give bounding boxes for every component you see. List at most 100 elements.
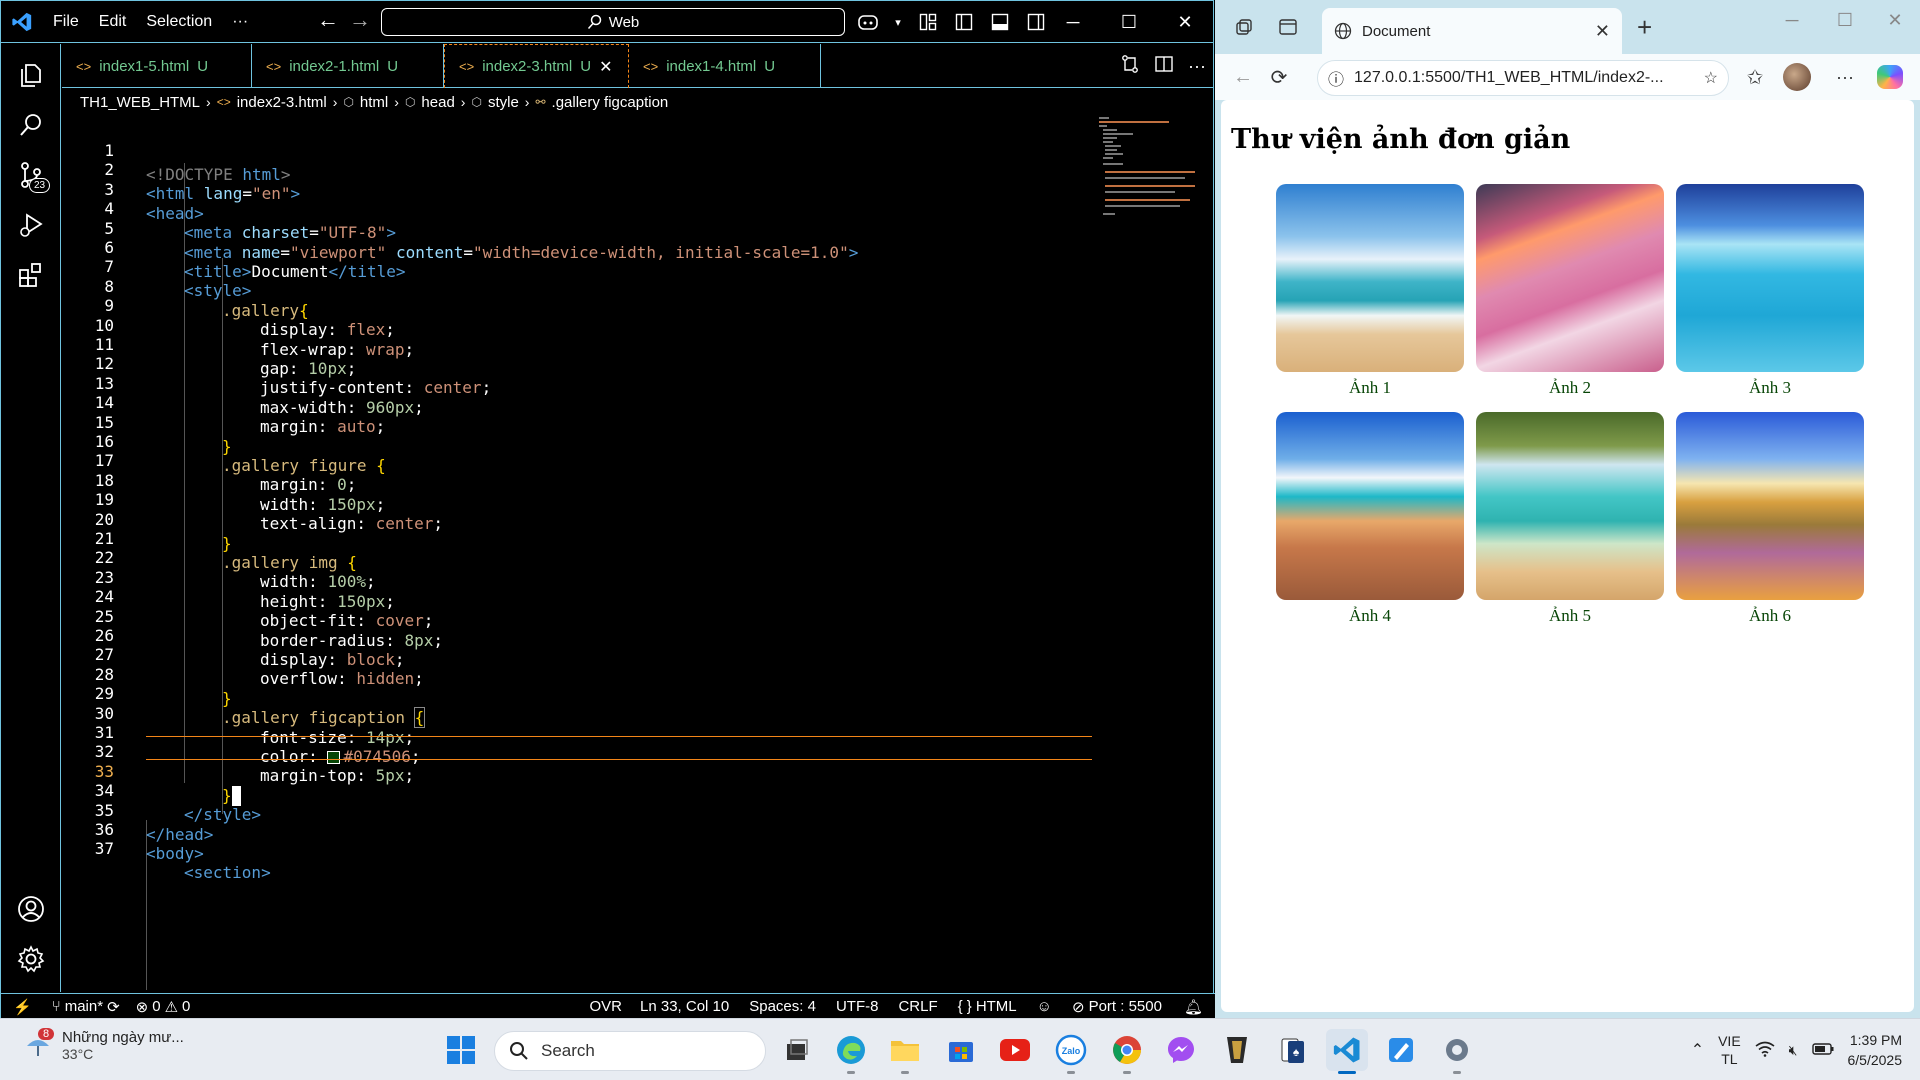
warning-count: 0 <box>182 998 191 1015</box>
close-tab-icon[interactable]: ✕ <box>599 57 612 77</box>
page-title: Thư viện ảnh đơn giản <box>1231 124 1571 155</box>
problems-indicator[interactable]: ⊗ 0 ⚠ 0 <box>128 998 199 1016</box>
favorite-star-icon[interactable]: ☆ <box>1704 68 1718 88</box>
customize-layout-icon[interactable] <box>917 11 939 33</box>
start-button[interactable] <box>440 1029 482 1071</box>
tab-label: index1-5.html <box>99 57 190 75</box>
battery-icon[interactable] <box>1811 1042 1834 1058</box>
command-center-search[interactable]: Web <box>381 8 845 36</box>
file-explorer-icon[interactable] <box>884 1029 926 1074</box>
toggle-primary-sidebar-icon[interactable] <box>953 11 975 33</box>
close-icon[interactable]: ✕ <box>1875 10 1915 31</box>
info-icon[interactable]: ⓘ <box>1328 66 1344 90</box>
chevron-down-icon[interactable]: ▾ <box>893 11 903 33</box>
input-language[interactable]: VIE TL <box>1718 1032 1741 1068</box>
tab-index2-1[interactable]: <> index2-1.html U <box>252 44 444 88</box>
gear-icon[interactable] <box>1 934 61 984</box>
tab-index2-3[interactable]: <> index2-3.html U ✕ <box>444 44 629 88</box>
chevron-up-icon[interactable]: ⌃ <box>1691 1040 1704 1060</box>
new-tab-icon[interactable]: + <box>1637 12 1652 43</box>
chevron-right-icon: › <box>332 94 338 110</box>
extensions-icon[interactable] <box>1 250 61 300</box>
encoding[interactable]: UTF-8 <box>826 998 889 1015</box>
taskbar-search[interactable]: Search <box>494 1031 766 1071</box>
breadcrumb-folder[interactable]: TH1_WEB_HTML <box>80 94 200 111</box>
weather-temp: 33°C <box>62 1046 94 1062</box>
end-of-line[interactable]: CRLF <box>888 998 947 1015</box>
avatar[interactable] <box>1783 63 1811 91</box>
language-mode[interactable]: { } HTML <box>948 998 1027 1015</box>
more-actions-icon[interactable]: ··· <box>1188 56 1206 77</box>
settings-icon[interactable] <box>1436 1029 1478 1074</box>
tab-index1-4[interactable]: <> index1-4.html U <box>629 44 821 88</box>
forward-arrow-icon[interactable]: → <box>341 7 379 33</box>
minimize-icon[interactable]: ─ <box>1772 10 1812 31</box>
vscode-app-icon[interactable] <box>1326 1029 1368 1074</box>
tab-index1-5[interactable]: <> index1-5.html U <box>62 44 252 88</box>
game-app-icon[interactable] <box>1216 1029 1258 1071</box>
search-icon[interactable] <box>1 100 61 150</box>
back-arrow-icon[interactable]: ← <box>1225 59 1261 95</box>
copilot-icon[interactable] <box>857 11 879 33</box>
breadcrumb-selector[interactable]: .gallery figcaption <box>552 94 669 111</box>
weather-widget[interactable]: 8 Những ngày mư... 33°C <box>24 1027 184 1062</box>
notifications-bell-icon[interactable]: 🔔︎ <box>1172 998 1215 1016</box>
maximize-icon[interactable]: ☐ <box>1101 1 1157 43</box>
maximize-icon[interactable]: ☐ <box>1825 10 1865 31</box>
gallery-figure: Ảnh 5 <box>1476 412 1664 626</box>
cursor-position[interactable]: Ln 33, Col 10 <box>630 998 739 1015</box>
overwrite-mode[interactable]: OVR <box>581 998 630 1015</box>
clock-date: 6/5/2025 <box>1847 1052 1903 1068</box>
messenger-icon[interactable] <box>1160 1029 1202 1071</box>
open-changes-icon[interactable] <box>1120 54 1140 79</box>
youtube-icon[interactable] <box>994 1029 1036 1071</box>
split-editor-icon[interactable] <box>1154 54 1174 79</box>
menu-more[interactable]: ··· <box>222 1 258 43</box>
copilot-status-icon[interactable]: ☺ <box>1027 998 1062 1015</box>
volume-muted-icon[interactable]: 🔇︎ <box>1789 1042 1798 1059</box>
chrome-icon[interactable] <box>1106 1029 1148 1074</box>
source-control-icon[interactable]: 23 <box>1 150 61 200</box>
toggle-secondary-sidebar-icon[interactable] <box>1025 11 1047 33</box>
breadcrumb-html[interactable]: html <box>360 94 388 111</box>
clock[interactable]: 1:39 PM 6/5/2025 <box>1848 1030 1911 1070</box>
breadcrumb-head[interactable]: head <box>421 94 454 111</box>
live-server-port[interactable]: ⊘ Port : 5500 <box>1062 998 1172 1016</box>
task-view-icon[interactable] <box>776 1029 818 1071</box>
explorer-icon[interactable] <box>1 50 61 100</box>
edge-app-icon[interactable] <box>830 1029 872 1074</box>
minimap[interactable] <box>1097 115 1207 255</box>
favorites-icon[interactable]: ✩ <box>1737 59 1773 95</box>
refresh-icon[interactable]: ⟳ <box>1261 59 1297 95</box>
close-icon[interactable]: ✕ <box>1157 1 1213 43</box>
menu-selection[interactable]: Selection <box>136 1 222 43</box>
breadcrumb-style[interactable]: style <box>488 94 519 111</box>
minimize-icon[interactable]: ─ <box>1045 1 1101 43</box>
menu-file[interactable]: File <box>43 1 89 43</box>
indentation[interactable]: Spaces: 4 <box>739 998 826 1015</box>
search-icon <box>587 14 601 30</box>
remote-icon[interactable]: ⚡ <box>1 998 44 1016</box>
paint-icon[interactable] <box>1380 1029 1422 1071</box>
close-tab-icon[interactable]: ✕ <box>1595 21 1610 42</box>
workspaces-icon[interactable] <box>1231 14 1257 40</box>
menu-edit[interactable]: Edit <box>89 1 137 43</box>
zalo-icon[interactable]: Zalo <box>1050 1029 1092 1074</box>
umbrella-icon: 8 <box>24 1027 55 1060</box>
more-menu-icon[interactable]: ··· <box>1827 59 1863 95</box>
breadcrumb-file[interactable]: index2-3.html <box>237 94 327 111</box>
copilot-icon[interactable] <box>1877 65 1903 89</box>
account-icon[interactable] <box>1 884 61 934</box>
run-debug-icon[interactable] <box>1 200 61 250</box>
code-editor[interactable]: 1 <!DOCTYPE html> 2 <html lang="en"> 3 <… <box>62 115 1214 991</box>
wifi-icon[interactable] <box>1755 1041 1775 1060</box>
toggle-panel-icon[interactable] <box>989 11 1011 33</box>
store-icon[interactable] <box>940 1029 982 1071</box>
tab-actions-icon[interactable] <box>1275 14 1301 40</box>
branch-indicator[interactable]: ⑂ main* ⟳ <box>44 998 128 1016</box>
sync-icon[interactable]: ⟳ <box>107 998 120 1016</box>
tab-label: index1-4.html <box>666 57 757 75</box>
solitaire-icon[interactable]: ♠ <box>1272 1029 1314 1071</box>
edge-tab-document[interactable]: Document ✕ <box>1322 8 1622 54</box>
address-bar[interactable]: ⓘ 127.0.0.1:5500/TH1_WEB_HTML/index2-...… <box>1317 60 1729 96</box>
